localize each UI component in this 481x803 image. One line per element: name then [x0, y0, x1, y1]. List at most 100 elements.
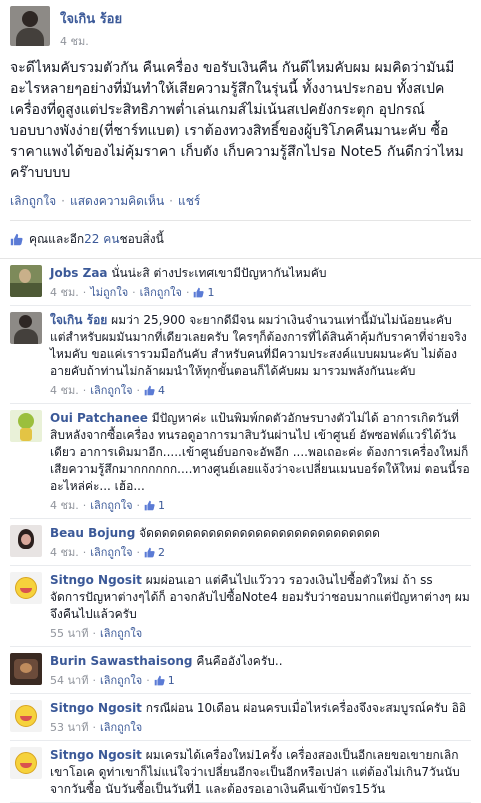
separator: · [82, 384, 87, 397]
commenter-name[interactable]: ใจเกิน ร้อย [50, 313, 107, 327]
share-link[interactable]: แชร์ [178, 194, 200, 208]
comment-body: Sitngo Ngosit ผมผ่อนเอา แต่คืนไปแว๊ววว ร… [50, 572, 471, 642]
commenter-avatar[interactable] [10, 265, 42, 297]
comment-like-number: 1 [167, 674, 175, 687]
comment-body: Jobs Zaa นั่นน่ะสิ ต่างประเทศเขามีปัญหาก… [50, 265, 471, 301]
likes-suffix: ชอบสิ่งนี้ [119, 232, 164, 246]
comment-body: Burin Sawasthaisong คืนคืออังไงครับ.. 54 … [50, 653, 471, 689]
comment-time[interactable]: 4 ชม. [50, 284, 79, 301]
separator: · [92, 721, 96, 734]
comment: Beau Bojung จัดดดดดดดดดดดดดดดดดดดดดดดดดด… [10, 519, 471, 565]
thumbs-up-icon [10, 233, 23, 246]
comment: Sitngo Ngosit ผมเครมได้เครื่องใหม่1ครั้ง… [10, 741, 471, 802]
thumbs-up-icon [154, 675, 165, 686]
comment-like-number: 1 [207, 286, 215, 299]
commenter-avatar[interactable] [10, 572, 42, 604]
comment-like-count[interactable]: 2 [144, 544, 165, 561]
comment-action-link[interactable]: เลิกถูกใจ [100, 672, 142, 689]
separator: · [132, 286, 136, 299]
comment-meta: 4 ชม. · เลิกถูกใจ · 2 [50, 544, 471, 561]
comment-body: Oui Patchanee มีปัญหาค่ะ แป้นพิมพ์กดตัวอ… [50, 410, 471, 514]
comment-body: Sitngo Ngosit ผมเครมได้เครื่องใหม่1ครั้ง… [50, 747, 471, 798]
comment-time[interactable]: 4 ชม. [50, 382, 79, 399]
comment-body: Sitngo Ngosit กรณีผ่อน 10เดือน ผ่อนครบเม… [50, 700, 471, 736]
comment-action-link[interactable]: เลิกถูกใจ [140, 284, 182, 301]
separator: · [185, 286, 190, 299]
comment-time[interactable]: 4 ชม. [50, 544, 79, 561]
post-actions: เลิกถูกใจ · แสดงความคิดเห็น · แชร์ [10, 192, 471, 221]
thumbs-up-icon [194, 287, 205, 298]
commenter-avatar[interactable] [10, 653, 42, 685]
post-header: ใจเกิน ร้อย 4 ชม. [10, 6, 471, 50]
separator: · [92, 627, 96, 640]
comment-time[interactable]: 53 นาที [50, 719, 88, 736]
comment-action-link[interactable]: เลิกถูกใจ [90, 382, 132, 399]
commenter-avatar[interactable] [10, 312, 42, 344]
commenter-name[interactable]: Oui Patchanee [50, 411, 148, 425]
comment-meta: 54 นาที · เลิกถูกใจ · 1 [50, 672, 471, 689]
comment-action-link[interactable]: เลิกถูกใจ [100, 719, 142, 736]
comment-like-number: 4 [158, 384, 166, 397]
comment: Oui Patchanee มีปัญหาค่ะ แป้นพิมพ์กดตัวอ… [10, 404, 471, 518]
commenter-name[interactable]: Burin Sawasthaisong [50, 654, 193, 668]
comment-like-count[interactable]: 1 [193, 284, 214, 301]
unlike-link[interactable]: เลิกถูกใจ [10, 194, 56, 208]
comment-text: นั่นน่ะสิ ต่างประเทศเขามีปัญหากันไหมคับ [111, 266, 327, 280]
commenter-name[interactable]: Jobs Zaa [50, 266, 108, 280]
likes-count-link[interactable]: 22 คน [84, 230, 119, 249]
comment-like-number: 1 [158, 499, 166, 512]
commenter-name[interactable]: Sitngo Ngosit [50, 573, 142, 587]
commenter-name[interactable]: Sitngo Ngosit [50, 748, 142, 762]
comment-time[interactable]: 54 นาที [50, 672, 88, 689]
comment-text: ผมว่า 25,900 จะยากดีมีจน ผมว่าเงินจำนวนเ… [50, 313, 467, 378]
comment-time[interactable]: 4 ชม. [50, 497, 79, 514]
comment: Sitngo Ngosit ผมผ่อนเอา แต่คืนไปแว๊ววว ร… [10, 566, 471, 646]
thumbs-up-icon [144, 547, 155, 558]
comment-meta: 4 ชม. · เลิกถูกใจ · 1 [50, 497, 471, 514]
commenter-avatar[interactable] [10, 747, 42, 779]
comment-meta: 53 นาที · เลิกถูกใจ [50, 719, 471, 736]
commenter-avatar[interactable] [10, 700, 42, 732]
comment-meta: 55 นาที · เลิกถูกใจ [50, 625, 471, 642]
comment-action-link[interactable]: เลิกถูกใจ [90, 497, 132, 514]
separator: · [61, 194, 65, 208]
commenter-avatar[interactable] [10, 525, 42, 557]
thumbs-up-icon [144, 385, 155, 396]
comment-action-link[interactable]: เลิกถูกใจ [100, 625, 142, 642]
comment: ใจเกิน ร้อย ผมว่า 25,900 จะยากดีมีจน ผมว… [10, 306, 471, 403]
post: ใจเกิน ร้อย 4 ชม. จะดีไหมคับรวมตัวกัน คื… [0, 0, 481, 221]
author-avatar[interactable] [10, 6, 50, 46]
comment-like-count[interactable]: 1 [154, 672, 175, 689]
comment-text: จัดดดดดดดดดดดดดดดดดดดดดดดดดดดดดด [139, 526, 380, 540]
comment-meta: 4 ชม. · เลิกถูกใจ · 4 [50, 382, 471, 399]
post-body: จะดีไหมคับรวมตัวกัน คืนเครื่อง ขอรับเงิน… [10, 60, 464, 181]
commenter-name[interactable]: Beau Bojung [50, 526, 135, 540]
likes-summary: คุณและอีก 22 คน ชอบสิ่งนี้ [0, 221, 481, 259]
comment-like-count[interactable]: 4 [144, 382, 165, 399]
post-time[interactable]: 4 ชม. [60, 32, 122, 50]
comment-time[interactable]: 55 นาที [50, 625, 88, 642]
commenter-avatar[interactable] [10, 410, 42, 442]
comment-action-link[interactable]: เลิกถูกใจ [90, 544, 132, 561]
separator: · [82, 546, 87, 559]
comment-body: ใจเกิน ร้อย ผมว่า 25,900 จะยากดีมีจน ผมว… [50, 312, 471, 399]
separator: · [146, 674, 150, 687]
separator: · [92, 674, 96, 687]
comment-body: Beau Bojung จัดดดดดดดดดดดดดดดดดดดดดดดดดด… [50, 525, 471, 561]
comment-like-count[interactable]: 1 [144, 497, 165, 514]
likes-prefix: คุณและอีก [29, 232, 85, 246]
comment: Jobs Zaa นั่นน่ะสิ ต่างประเทศเขามีปัญหาก… [10, 259, 471, 305]
separator: · [82, 499, 87, 512]
comment: Sitngo Ngosit กรณีผ่อน 10เดือน ผ่อนครบเม… [10, 694, 471, 740]
separator: · [82, 286, 87, 299]
commenter-name[interactable]: Sitngo Ngosit [50, 701, 142, 715]
separator: · [136, 499, 141, 512]
post-author[interactable]: ใจเกิน ร้อย [60, 8, 122, 29]
comment-action-link[interactable]: ไม่ถูกใจ [90, 284, 128, 301]
separator: · [136, 384, 141, 397]
comment-link[interactable]: แสดงความคิดเห็น [70, 194, 164, 208]
comment-text: คืนคืออังไงครับ.. [196, 654, 283, 668]
thumbs-up-icon [144, 500, 155, 511]
comment: Burin Sawasthaisong คืนคืออังไงครับ.. 54 … [10, 647, 471, 693]
separator: · [169, 194, 173, 208]
